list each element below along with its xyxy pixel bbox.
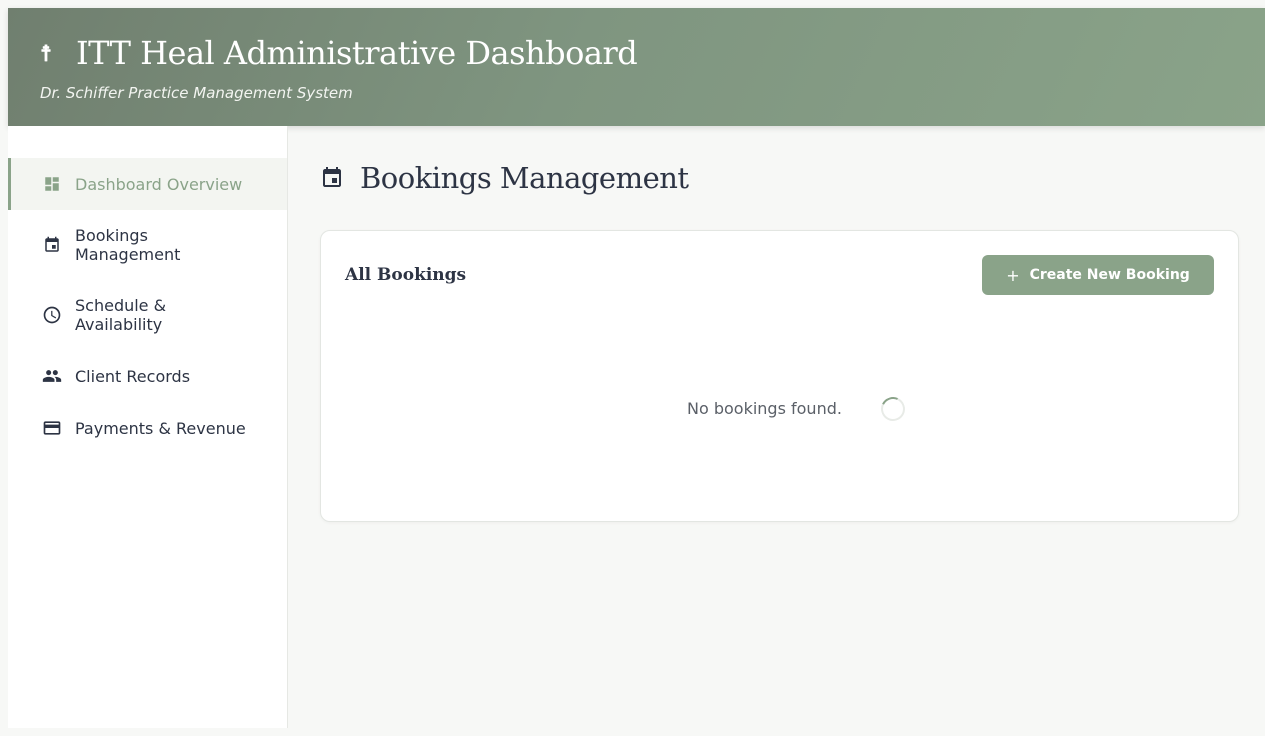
create-new-booking-label: Create New Booking <box>1029 267 1190 283</box>
page-title: Bookings Management <box>360 161 689 195</box>
dashboard-icon <box>42 174 62 194</box>
sidebar-item-label: Bookings Management <box>75 226 181 264</box>
credit-card-icon <box>42 418 62 438</box>
card-title: All Bookings <box>345 265 467 285</box>
plus-icon: + <box>1006 265 1020 285</box>
people-icon <box>42 366 62 386</box>
sidebar-item-bookings-management[interactable]: Bookings Management <box>8 210 287 280</box>
empty-state-message: No bookings found. <box>687 399 842 418</box>
loading-spinner-icon <box>877 393 909 425</box>
calendar-icon <box>320 166 344 190</box>
sidebar-item-label: Dashboard Overview <box>75 174 243 194</box>
cross-logo-icon: ☨ <box>40 41 52 67</box>
sidebar-item-payments-revenue[interactable]: Payments & Revenue <box>8 402 287 454</box>
sidebar-item-schedule-availability[interactable]: Schedule & Availability <box>8 280 287 350</box>
sidebar-item-client-records[interactable]: Client Records <box>8 350 287 402</box>
calendar-icon <box>42 235 62 255</box>
app-header: ☨ ITT Heal Administrative Dashboard Dr. … <box>8 8 1265 126</box>
clock-icon <box>42 305 62 325</box>
app-subtitle: Dr. Schiffer Practice Management System <box>40 84 353 102</box>
sidebar-item-label: Client Records <box>75 366 191 386</box>
app-title: ITT Heal Administrative Dashboard <box>76 34 638 72</box>
page-header: Bookings Management <box>320 158 689 198</box>
sidebar-item-dashboard-overview[interactable]: Dashboard Overview <box>8 158 287 210</box>
create-new-booking-button[interactable]: + Create New Booking <box>982 255 1214 295</box>
sidebar-nav: Dashboard Overview Bookings Management S… <box>8 158 287 454</box>
app-frame: ☨ ITT Heal Administrative Dashboard Dr. … <box>8 8 1265 728</box>
sidebar-item-label: Schedule & Availability <box>75 296 167 334</box>
sidebar: Dashboard Overview Bookings Management S… <box>8 126 288 728</box>
sidebar-item-label: Payments & Revenue <box>75 418 246 438</box>
bookings-card: All Bookings + Create New Booking No boo… <box>320 230 1239 522</box>
